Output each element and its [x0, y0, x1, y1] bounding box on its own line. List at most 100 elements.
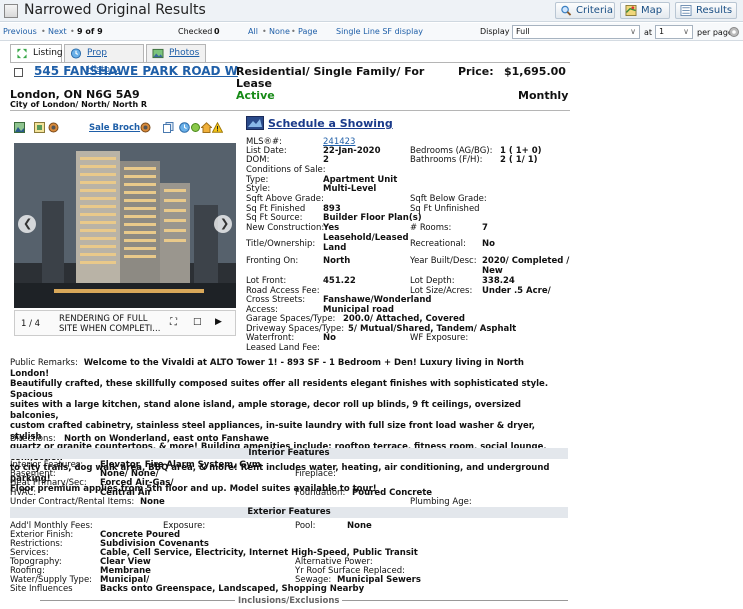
calendar-icon: [246, 116, 264, 130]
directions-value: North on Wonderland, east onto Fanshawe: [64, 434, 269, 444]
page-select[interactable]: 1 ∨: [655, 25, 693, 39]
map-icon: [625, 5, 637, 16]
under-contract-label: Under Contract/Rental Items:: [10, 497, 135, 507]
fronting-label: Fronting On:: [246, 256, 299, 266]
listing-checkbox[interactable]: [14, 68, 23, 77]
photo-icon[interactable]: [14, 122, 25, 133]
bathrooms-label: Bathrooms (F/H):: [410, 155, 483, 165]
fullscreen-icon[interactable]: ⛶: [170, 317, 177, 328]
checked-count: 0: [214, 27, 220, 36]
select-none-link[interactable]: None: [269, 27, 290, 36]
title-ownership-value-cont: Land: [323, 243, 347, 253]
new-construction-value: Yes: [323, 223, 340, 233]
pool-label: Pool:: [295, 521, 316, 531]
single-line-display-link[interactable]: Single Line SF display: [336, 27, 423, 36]
clock-icon[interactable]: [179, 122, 190, 133]
sqft-unfinished-label: Sq Ft Unfinished: [410, 204, 480, 214]
address-link[interactable]: 545 FANSHAWE PARK ROAD W: [34, 64, 238, 78]
recreational-label: Recreational:: [410, 239, 466, 249]
warning-icon[interactable]: [212, 122, 223, 133]
pool-value: None: [347, 521, 372, 531]
price-label: Price:: [458, 65, 494, 78]
window-title: Narrowed Original Results: [24, 2, 206, 18]
wf-exposure-label: WF Exposure:: [410, 333, 469, 343]
criteria-button[interactable]: Criteria: [555, 2, 615, 19]
previous-link[interactable]: Previous: [3, 27, 37, 36]
select-page-link[interactable]: Page: [298, 27, 317, 36]
lot-front-value: 451.22: [323, 276, 356, 286]
price-value: $1,695.00: [504, 65, 566, 78]
sqft-source-label: Sq Ft Source:: [246, 213, 303, 223]
chevron-right-icon: ❯: [220, 217, 230, 230]
separator: •: [262, 27, 267, 36]
year-built-value: 2020/ Completed /: [482, 256, 570, 266]
fronting-value: North: [323, 256, 351, 266]
remarks-line: to city trails, dog walk area, BBQ area,…: [10, 463, 550, 484]
brochure-icon: [140, 122, 151, 133]
photo-caption-cont: SITE WHEN COMPLETI...: [59, 324, 161, 334]
results-icon: [680, 5, 692, 16]
leased-land-fee-label: Leased Land Fee:: [246, 343, 320, 353]
display-select[interactable]: Full ∨: [512, 25, 640, 39]
building-rendering-image: [14, 143, 236, 308]
tab-photos[interactable]: Photos: [146, 44, 206, 62]
listing-photo[interactable]: ❮ ❯: [14, 143, 236, 308]
copy-icon[interactable]: [163, 122, 174, 133]
next-link[interactable]: Next: [48, 27, 67, 36]
year-built-label: Year Built/Desc:: [410, 256, 477, 266]
remarks-line: Floor premium applies from 5th floor and…: [10, 484, 377, 494]
directions-label: Directions:: [10, 434, 56, 444]
waterfront-label: Waterfront:: [246, 333, 295, 343]
heat-value: Forced Air-Gas/: [100, 478, 174, 488]
photo-next-button[interactable]: ❯: [214, 215, 232, 233]
lot-depth-value: 338.24: [482, 276, 515, 286]
fireplace-label: Fireplace:: [295, 469, 336, 479]
separator: •: [70, 27, 75, 36]
slideshow-icon[interactable]: □: [193, 317, 202, 327]
sqft-below-label: Sqft Below Grade:: [410, 194, 487, 204]
photos-icon: [152, 48, 164, 59]
year-built-value-cont: New: [482, 266, 503, 276]
results-button[interactable]: Results: [675, 2, 737, 19]
inclusions-heading: Inclusions/Exclusions: [235, 596, 343, 606]
remarks-line: Public Remarks: Welcome to the Vivaldi a…: [10, 358, 566, 379]
style-value: Multi-Level: [323, 184, 377, 194]
sqft-above-label: Sqft Above Grade:: [246, 194, 324, 204]
at-label: at: [644, 28, 653, 37]
remarks-text: Welcome to the Vivaldi at ALTO Tower 1! …: [10, 358, 524, 379]
heat-label: Heat Primary/Sec:: [10, 478, 87, 488]
magnifier-icon: [561, 5, 572, 16]
title-ownership-label: Title/Ownership:: [246, 239, 316, 249]
lot-front-label: Lot Front:: [246, 276, 287, 286]
select-all-link[interactable]: All: [248, 27, 258, 36]
price-period: Monthly: [518, 89, 569, 102]
play-icon[interactable]: ▶: [215, 317, 222, 327]
bathrooms-value: 2 ( 1/ 1): [500, 155, 538, 165]
tab-prop-history[interactable]: Prop History: [64, 44, 144, 75]
dom-label: DOM:: [246, 155, 270, 165]
tab-divider: [10, 62, 570, 63]
public-remarks: Public Remarks: Welcome to the Vivaldi a…: [10, 358, 566, 495]
status-badge: Active: [236, 89, 275, 102]
map-label: Map: [641, 5, 663, 16]
sale-brochure-link[interactable]: Sale Broch: [89, 123, 140, 133]
cross-streets-value: Fanshawe/Wonderland: [323, 295, 432, 305]
sun-icon[interactable]: [190, 122, 201, 133]
document-icon: [4, 4, 18, 18]
gear-icon[interactable]: [728, 26, 740, 38]
rooms-value: 7: [482, 223, 488, 233]
home-icon[interactable]: [201, 122, 212, 133]
site-influences-value: Backs onto Greenspace, Landscaped, Shopp…: [100, 584, 365, 594]
camera-icon[interactable]: [48, 122, 59, 133]
lot-size-value: Under .5 Acre/: [482, 286, 551, 296]
photo-prev-button[interactable]: ❮: [18, 215, 36, 233]
map-button[interactable]: Map: [620, 2, 670, 19]
schedule-showing-link[interactable]: Schedule a Showing: [268, 117, 393, 130]
document-icon[interactable]: [34, 122, 45, 133]
garage-value: 200.0/ Attached, Covered: [343, 314, 465, 324]
area-line: City of London/ North/ North R: [10, 100, 148, 109]
tab-listing[interactable]: Listing: [10, 44, 63, 63]
display-label: Display: [480, 27, 510, 36]
photo-counter: 1 / 4: [21, 319, 41, 329]
remarks-label: Public Remarks:: [10, 358, 78, 368]
